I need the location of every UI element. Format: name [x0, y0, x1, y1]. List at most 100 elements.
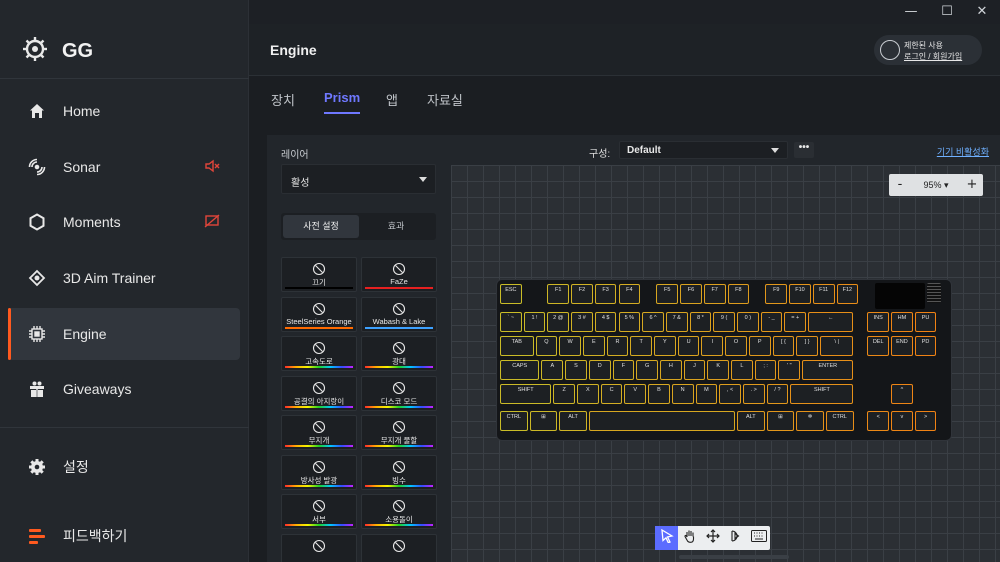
key[interactable]: PU	[914, 312, 937, 332]
sidebar-item-aim-trainer[interactable]: 3D Aim Trainer	[8, 252, 240, 304]
key[interactable]: ALT	[737, 411, 765, 431]
key-shift[interactable]: SHIFT	[790, 384, 854, 404]
key[interactable]: <	[867, 411, 890, 431]
key[interactable]: K	[707, 360, 730, 380]
preset-card[interactable]: 고속도로	[281, 336, 357, 371]
key[interactable]: T	[630, 336, 653, 356]
maximize-button[interactable]: ☐	[932, 2, 962, 22]
key-backspace[interactable]: ←	[808, 312, 854, 332]
tab-apps[interactable]: 앱	[386, 90, 398, 109]
preset-card[interactable]: 무지개	[281, 415, 357, 450]
key[interactable]: G	[636, 360, 658, 380]
key[interactable]: H	[659, 360, 682, 380]
key[interactable]: X	[577, 384, 599, 404]
key[interactable]: ⊞	[766, 411, 795, 431]
key-caps[interactable]: CAPS	[500, 360, 540, 380]
key[interactable]: Q	[535, 336, 558, 356]
key[interactable]: Z	[553, 384, 575, 404]
key[interactable]: S	[565, 360, 587, 380]
segment-effects[interactable]: 효과	[358, 215, 434, 238]
move-tool-button[interactable]	[701, 526, 724, 550]
key[interactable]: J	[683, 360, 706, 380]
sidebar-item-sonar[interactable]: Sonar	[8, 141, 240, 193]
login-signup-link[interactable]: 로그인 / 회원가입	[904, 51, 962, 62]
segment-presets[interactable]: 사전 설정	[283, 215, 359, 238]
preset-card[interactable]: 끄기	[281, 257, 357, 292]
key[interactable]: ✲	[796, 411, 824, 431]
key[interactable]: . >	[742, 384, 765, 404]
key-3[interactable]: F3	[594, 284, 617, 304]
preset-card[interactable]: 디스코 모드	[361, 375, 437, 411]
key[interactable]: 7 &	[665, 312, 688, 332]
key-space[interactable]	[588, 411, 735, 431]
key[interactable]: >	[914, 411, 937, 431]
key[interactable]: N	[671, 384, 694, 404]
preset-card[interactable]: 무지개 물할	[361, 415, 437, 450]
key[interactable]: / ?	[766, 384, 789, 404]
preset-card[interactable]: 방사성 발광	[281, 454, 357, 490]
key[interactable]: 9 (	[713, 312, 735, 332]
key[interactable]: U	[677, 336, 700, 356]
key[interactable]: 3 #	[571, 312, 593, 332]
keyboard-tool-button[interactable]	[747, 526, 770, 550]
key[interactable]: L	[731, 360, 753, 380]
key[interactable]: R	[606, 336, 629, 356]
key[interactable]: 2 @	[547, 312, 570, 332]
key[interactable]: INS	[867, 312, 890, 332]
key[interactable]: , <	[719, 384, 741, 404]
sidebar-item-home[interactable]: Home	[8, 85, 240, 137]
preset-card[interactable]: 광대	[361, 336, 437, 371]
key[interactable]: - _	[760, 312, 783, 332]
key-7[interactable]: F7	[703, 284, 726, 304]
sidebar-item-feedback[interactable]: 피드백하기	[8, 510, 240, 562]
key[interactable]: 5 %	[618, 312, 641, 332]
key[interactable]: END	[891, 336, 913, 356]
keyboard-canvas[interactable]: - 95% ▾ + ESC F1 F2 F3 F4 F5 F6 F7 F8 F9 F10 F11 F12…	[451, 165, 1000, 562]
key[interactable]: P	[748, 336, 771, 356]
key-2[interactable]: F2	[571, 284, 593, 304]
key[interactable]: Y	[654, 336, 676, 356]
key[interactable]: ' "	[778, 360, 801, 380]
key[interactable]: 0 )	[737, 312, 759, 332]
key[interactable]: 4 $	[594, 312, 617, 332]
key[interactable]: E	[582, 336, 605, 356]
zoom-in-button[interactable]: +	[961, 174, 983, 196]
sidebar-item-engine[interactable]: Engine	[8, 308, 240, 360]
key-enter[interactable]: ENTER	[802, 360, 854, 380]
key-5[interactable]: F5	[656, 284, 679, 304]
key-arrow-up[interactable]: ^	[891, 384, 913, 404]
key[interactable]: 6 ^	[642, 312, 664, 332]
key[interactable]: B	[648, 384, 670, 404]
key-6[interactable]: F6	[680, 284, 702, 304]
key[interactable]: 8 *	[689, 312, 712, 332]
key[interactable]: \ |	[819, 336, 854, 356]
login-button[interactable]: 제한된 사용 로그인 / 회원가입	[874, 35, 982, 65]
preset-card[interactable]	[361, 533, 437, 562]
close-button[interactable]: ✕	[967, 2, 997, 22]
key[interactable]: I	[701, 336, 724, 356]
preset-card[interactable]: Wabash & Lake	[361, 296, 437, 332]
key[interactable]: D	[588, 360, 611, 380]
key[interactable]: [ {	[772, 336, 795, 356]
key[interactable]: V	[624, 384, 647, 404]
zoom-out-button[interactable]: -	[889, 174, 911, 196]
select-tool-button[interactable]	[655, 526, 678, 550]
key[interactable]: C	[600, 384, 623, 404]
zoom-level[interactable]: 95% ▾	[911, 174, 961, 196]
key[interactable]: CTRL	[825, 411, 854, 431]
config-select[interactable]: Default	[619, 141, 788, 159]
more-options-button[interactable]: •••	[794, 142, 814, 158]
key-0[interactable]: ESC	[500, 284, 522, 304]
horizontal-scrollbar[interactable]	[439, 554, 999, 560]
key[interactable]: A	[541, 360, 564, 380]
key[interactable]: ALT	[559, 411, 587, 431]
key-12[interactable]: F12	[836, 284, 859, 304]
minimize-button[interactable]: —	[896, 2, 926, 22]
preset-card[interactable]: 공결의 아지랑이	[281, 375, 357, 411]
preset-card[interactable]: SteelSeries Orange	[281, 296, 357, 332]
key[interactable]: HM	[891, 312, 913, 332]
sidebar-item-moments[interactable]: Moments	[8, 196, 240, 248]
key[interactable]: F	[612, 360, 635, 380]
sidebar-item-settings[interactable]: 설정	[8, 441, 240, 493]
sidebar-item-giveaways[interactable]: Giveaways	[8, 363, 240, 415]
